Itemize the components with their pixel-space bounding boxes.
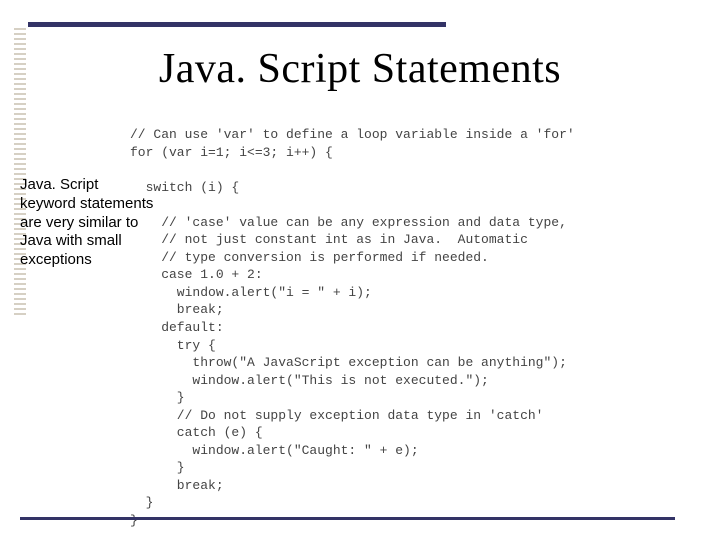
code-block: // Can use 'var' to define a loop variab… [130, 126, 700, 530]
slide-title: Java. Script Statements [0, 45, 720, 93]
slide: Java. Script Statements Java. Script key… [0, 0, 720, 540]
bottom-rule [20, 517, 675, 520]
top-rule [28, 22, 446, 27]
